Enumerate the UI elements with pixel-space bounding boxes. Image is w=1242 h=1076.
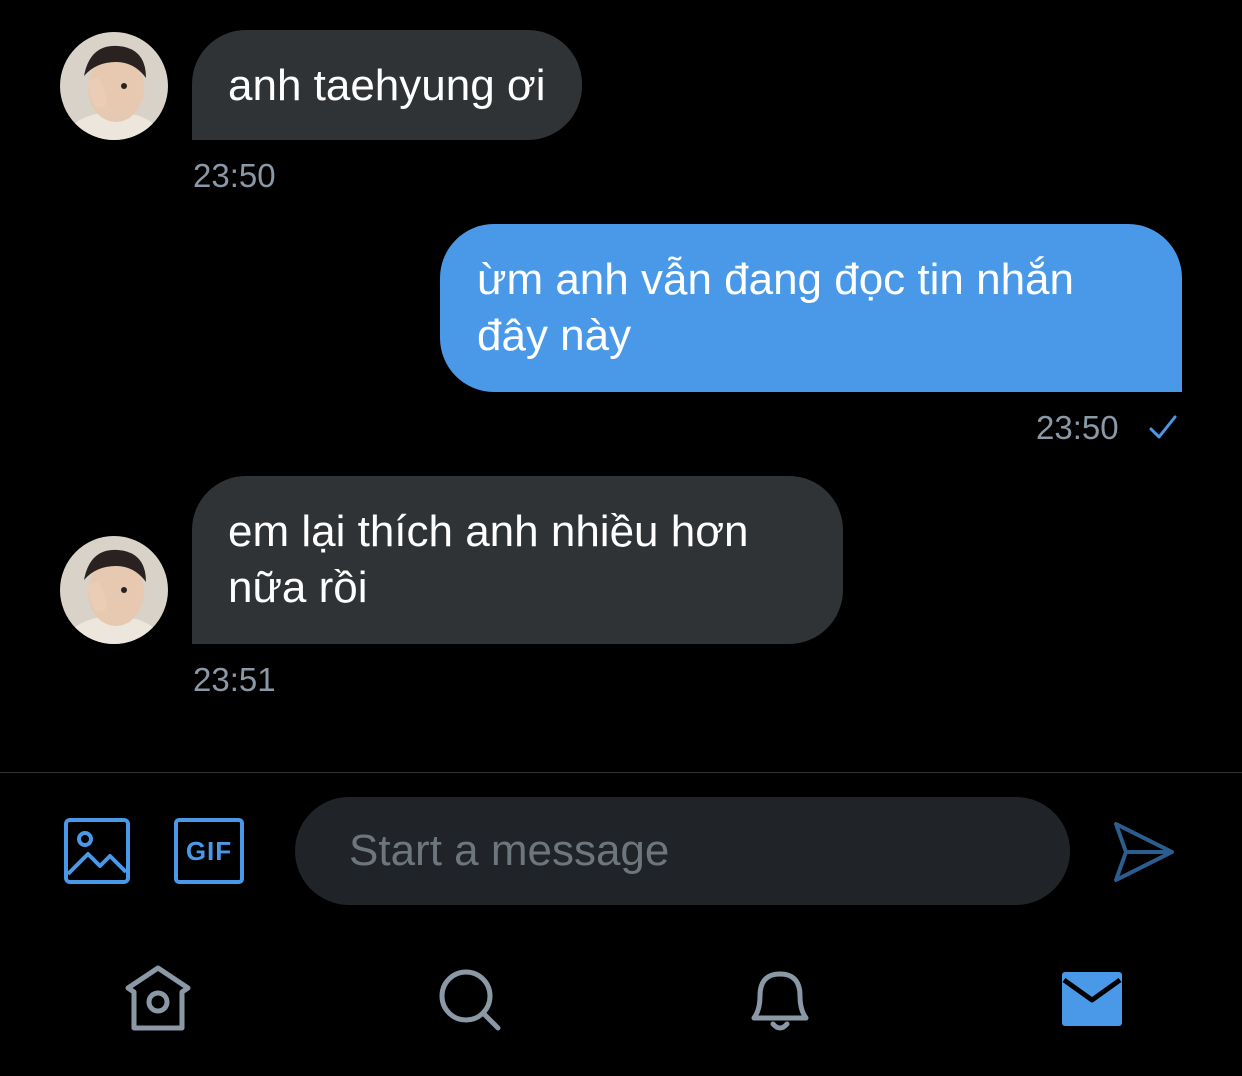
image-icon[interactable]	[64, 818, 130, 884]
message-bubble-sent[interactable]: ừm anh vẫn đang đọc tin nhắn đây này	[440, 224, 1182, 392]
message-bubble-received[interactable]: em lại thích anh nhiều hơn nữa rồi	[192, 476, 843, 644]
home-icon[interactable]	[118, 960, 198, 1040]
message-text: anh taehyung ơi	[228, 61, 546, 110]
message-bubble-received[interactable]: anh taehyung ơi	[192, 30, 582, 140]
mail-icon[interactable]	[1052, 960, 1132, 1040]
bell-icon[interactable]	[740, 960, 820, 1040]
message-timestamp: 23:51	[193, 661, 276, 698]
search-icon[interactable]	[430, 960, 510, 1040]
message-text: em lại thích anh nhiều hơn	[228, 507, 749, 556]
sent-check-icon	[1149, 415, 1177, 439]
message-timestamp: 23:50	[193, 157, 276, 194]
message-input[interactable]	[349, 826, 1070, 876]
message-input-container[interactable]	[295, 797, 1070, 905]
message-text: nữa rồi	[228, 563, 368, 612]
message-timestamp: 23:50	[1036, 409, 1119, 446]
avatar-photo	[60, 32, 168, 140]
sender-avatar[interactable]	[60, 536, 168, 644]
message-text: đây này	[477, 311, 632, 360]
composer-divider	[0, 772, 1242, 773]
gif-label: GIF	[185, 835, 233, 866]
avatar-photo	[60, 536, 168, 644]
sender-avatar[interactable]	[60, 32, 168, 140]
message-text: ừm anh vẫn đang đọc tin nhắn	[477, 255, 1074, 304]
gif-icon[interactable]: GIF	[174, 818, 244, 884]
send-icon[interactable]	[1112, 820, 1176, 884]
